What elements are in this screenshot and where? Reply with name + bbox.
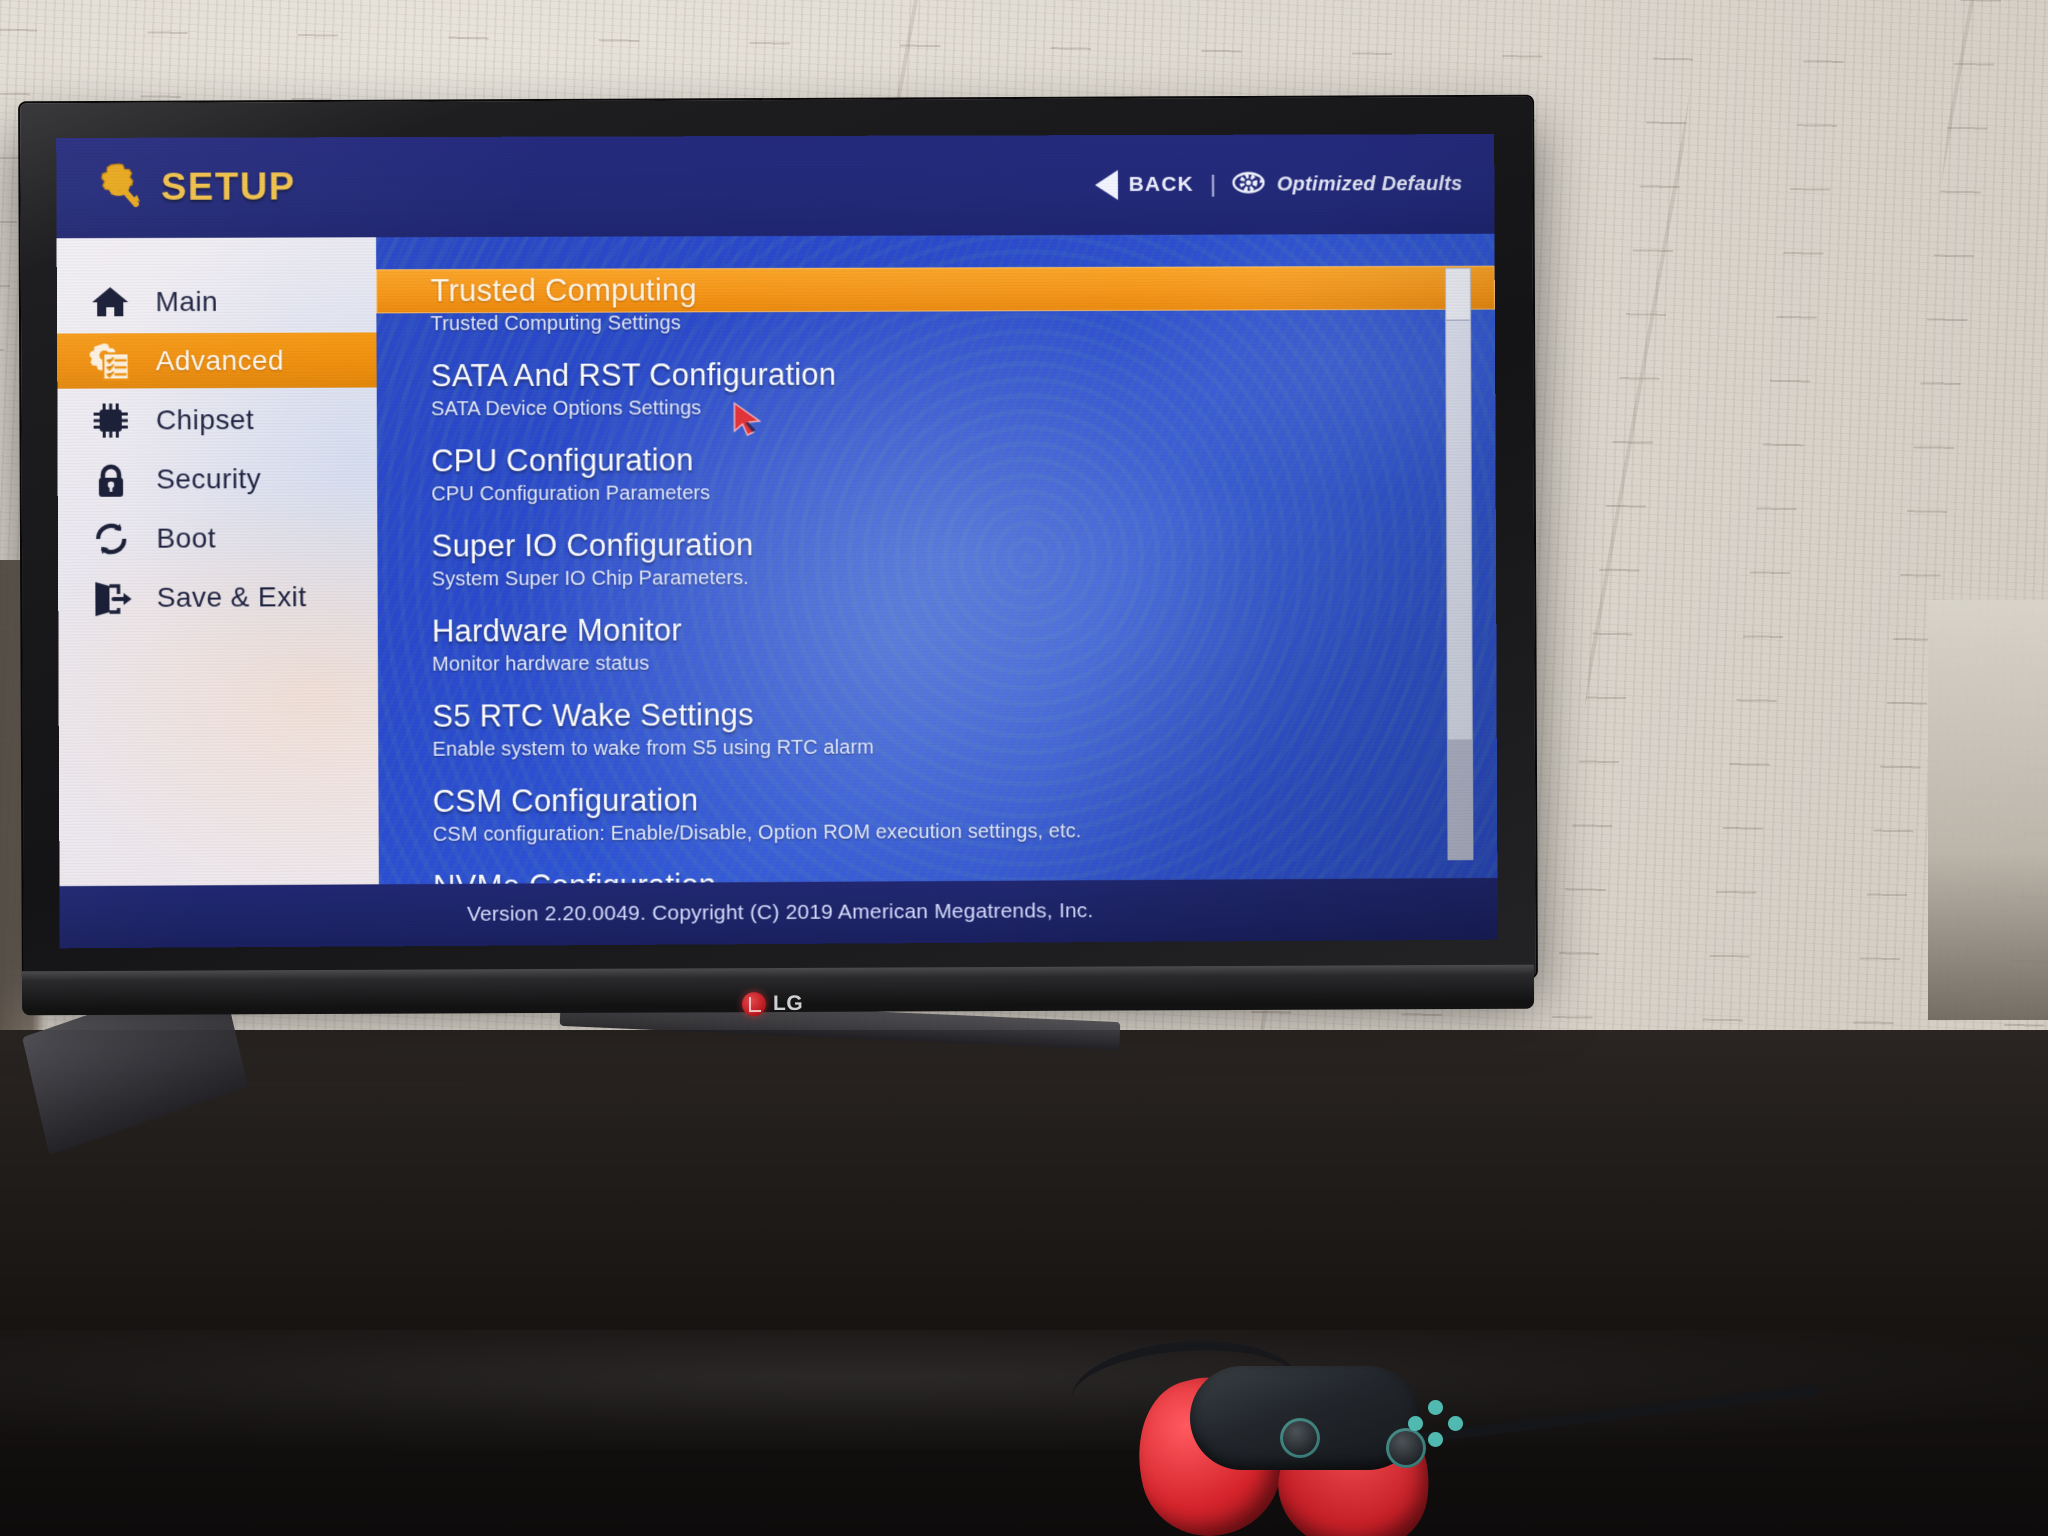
- menu-item-hardware-monitor[interactable]: Hardware Monitor Monitor hardware status: [378, 609, 1497, 677]
- brand-name: LG: [772, 991, 804, 1015]
- sidebar-item-label: Advanced: [155, 344, 285, 376]
- gear-refresh-icon: [1232, 165, 1266, 204]
- bios-header-bar: SETUP BACK | Optimized Defaults: [56, 134, 1495, 239]
- menu-item-csm-configuration[interactable]: CSM Configuration CSM configuration: Ena…: [378, 778, 1497, 847]
- mouse-pointer-icon: [732, 401, 766, 446]
- desk-surface: [0, 1030, 2048, 1536]
- menu-item-sata-rst[interactable]: SATA And RST Configuration SATA Device O…: [377, 354, 1496, 421]
- sidebar-item-security[interactable]: Security: [58, 451, 378, 507]
- gamepad-button: [1408, 1416, 1423, 1431]
- gamepad-stick-right: [1386, 1428, 1426, 1468]
- menu-item-title: SATA And RST Configuration: [430, 356, 837, 394]
- bios-body: Main Advanced Chipset Security Boot Save…: [56, 233, 1498, 887]
- sidebar-item-save-exit[interactable]: Save & Exit: [58, 569, 378, 626]
- sidebar-item-label: Boot: [156, 521, 217, 554]
- lg-logo-icon: [741, 992, 767, 1017]
- menu-item-desc: Enable system to wake from S5 using RTC …: [432, 736, 874, 761]
- settings-panel: Trusted Computing Trusted Computing Sett…: [376, 233, 1498, 885]
- sidebar-item-advanced[interactable]: Advanced: [57, 332, 377, 389]
- exit-door-icon: [88, 576, 134, 618]
- gamepad-body: [1190, 1366, 1463, 1470]
- optimized-defaults-label: Optimized Defaults: [1276, 172, 1463, 196]
- lock-icon: [88, 459, 134, 499]
- menu-item-title: S5 RTC Wake Settings: [432, 697, 754, 734]
- version-copyright-text: Version 2.20.0049. Copyright (C) 2019 Am…: [466, 899, 1094, 926]
- menu-item-title: Super IO Configuration: [431, 527, 754, 564]
- setup-brand: SETUP: [92, 159, 296, 217]
- menu-item-super-io-configuration[interactable]: Super IO Configuration System Super IO C…: [377, 524, 1496, 592]
- sidebar-item-label: Main: [155, 285, 219, 317]
- sidebar-item-label: Save & Exit: [156, 580, 307, 613]
- sidebar-item-main[interactable]: Main: [57, 273, 377, 329]
- menu-item-title: Trusted Computing: [430, 272, 697, 309]
- header-separator: |: [1209, 170, 1217, 198]
- home-icon: [87, 282, 133, 322]
- brand-badge: LG: [741, 991, 804, 1017]
- gamepad-icon: [1068, 1334, 1463, 1536]
- menu-item-cpu-configuration[interactable]: CPU Configuration CPU Configuration Para…: [377, 439, 1496, 507]
- menu-item-desc: CPU Configuration Parameters: [431, 482, 711, 506]
- desk-reflection: [0, 1330, 2048, 1450]
- menu-item-desc: Monitor hardware status: [432, 652, 650, 676]
- scrollbar-lower-track[interactable]: [1448, 739, 1473, 860]
- menu-item-desc: CSM configuration: Enable/Disable, Optio…: [432, 820, 1082, 846]
- tv-screen: SETUP BACK | Optimized Defaults Main Adv…: [56, 134, 1498, 949]
- sidebar-item-label: Chipset: [155, 403, 255, 435]
- page-title: SETUP: [160, 165, 296, 209]
- sidebar-item-chipset[interactable]: Chipset: [57, 392, 377, 448]
- triangle-left-icon: [1094, 170, 1118, 201]
- scrollbar-thumb[interactable]: [1445, 268, 1471, 321]
- header-actions: BACK | Optimized Defaults: [1094, 165, 1463, 205]
- gear-wrench-icon: [92, 159, 145, 216]
- gamepad-button: [1448, 1416, 1463, 1431]
- photo-scene: SETUP BACK | Optimized Defaults Main Adv…: [0, 0, 2048, 1536]
- gear-list-icon: [87, 340, 133, 382]
- optimized-defaults-button[interactable]: Optimized Defaults: [1232, 165, 1463, 205]
- tv-chassis: SETUP BACK | Optimized Defaults Main Adv…: [20, 96, 1536, 984]
- settings-menu-list: Trusted Computing Trusted Computing Sett…: [376, 234, 1497, 884]
- gamepad-button: [1428, 1400, 1443, 1415]
- sidebar-item-boot[interactable]: Boot: [58, 510, 378, 567]
- sidebar-nav: Main Advanced Chipset Security Boot Save…: [56, 237, 379, 887]
- menu-item-title: CSM Configuration: [432, 782, 699, 819]
- bios-footer-bar: Version 2.20.0049. Copyright (C) 2019 Am…: [59, 877, 1498, 949]
- menu-item-title: Hardware Monitor: [431, 612, 683, 649]
- menu-item-s5-rtc-wake-settings[interactable]: S5 RTC Wake Settings Enable system to wa…: [378, 693, 1497, 762]
- menu-item-title: CPU Configuration: [431, 442, 694, 479]
- sidebar-item-label: Security: [156, 462, 262, 495]
- cpu-chip-icon: [88, 400, 134, 440]
- vertical-scrollbar[interactable]: [1444, 267, 1474, 861]
- gamepad-button: [1428, 1432, 1443, 1447]
- refresh-icon: [88, 518, 134, 558]
- gamepad-stick-left: [1280, 1418, 1320, 1458]
- menu-item-desc: System Super IO Chip Parameters.: [431, 567, 749, 591]
- menu-item-desc: Trusted Computing Settings: [430, 312, 681, 336]
- menu-item-desc: SATA Device Options Settings: [430, 397, 702, 421]
- back-button-label: BACK: [1128, 172, 1194, 196]
- wall-right-object: [1928, 600, 2048, 1020]
- back-button[interactable]: BACK: [1094, 170, 1194, 201]
- menu-item-trusted-computing[interactable]: Trusted Computing Trusted Computing Sett…: [376, 265, 1495, 337]
